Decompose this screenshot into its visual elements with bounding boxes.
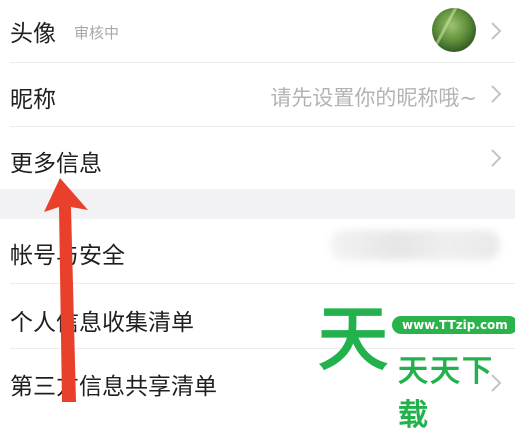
watermark-name: 天天下载 [398, 354, 494, 433]
watermark-url: www.TTzip.com [392, 316, 515, 334]
third-party-list-row-label: 第三方信息共享清单 [10, 374, 217, 400]
account-security-row-label: 帐号与安全 [10, 243, 125, 269]
chevron-right-icon [491, 22, 502, 40]
avatar [432, 8, 476, 52]
nickname-row-label: 昵称 [10, 87, 56, 113]
avatar-row[interactable]: 头像 审核中 [0, 0, 515, 62]
more-info-row-label: 更多信息 [10, 151, 102, 177]
section-gap [0, 189, 515, 219]
avatar-row-label: 头像 [10, 21, 56, 47]
more-info-row[interactable]: 更多信息 [0, 127, 515, 189]
chevron-right-icon [491, 149, 502, 167]
watermark-logo: 天 www.TTzip.com 天天下载 [318, 298, 515, 433]
blurred-account-info [330, 230, 500, 260]
nickname-placeholder: 请先设置你的昵称哦~ [270, 86, 477, 110]
avatar-review-status: 审核中 [74, 24, 120, 42]
personal-info-list-row-label: 个人信息收集清单 [10, 310, 194, 336]
watermark-char: 天 [318, 298, 388, 380]
chevron-right-icon [491, 85, 502, 103]
nickname-row[interactable]: 昵称 请先设置你的昵称哦~ [0, 63, 515, 126]
